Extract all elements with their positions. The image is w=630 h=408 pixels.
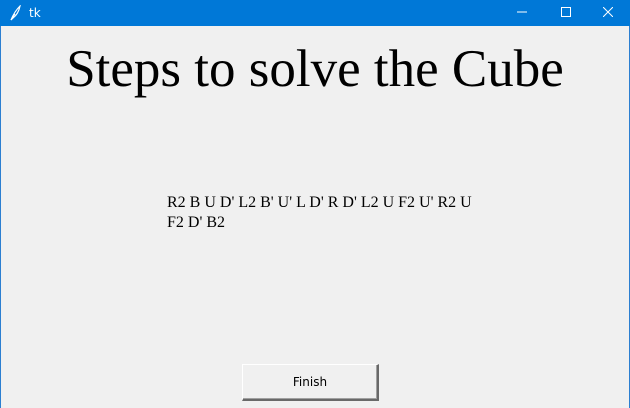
close-button[interactable] [586, 0, 630, 26]
minimize-button[interactable] [500, 0, 544, 26]
maximize-button[interactable] [544, 0, 588, 26]
close-icon [602, 4, 614, 22]
feather-icon [8, 4, 22, 21]
window-title: tk [29, 6, 41, 20]
solution-moves: R2 B U D' L2 B' U' L D' R D' L2 U F2 U' … [167, 194, 472, 231]
page-title: Steps to solve the Cube [66, 40, 564, 98]
maximize-icon [561, 4, 571, 22]
minimize-icon [517, 4, 527, 22]
finish-button[interactable]: Finish [242, 364, 379, 401]
title-bar[interactable]: tk [0, 0, 630, 26]
